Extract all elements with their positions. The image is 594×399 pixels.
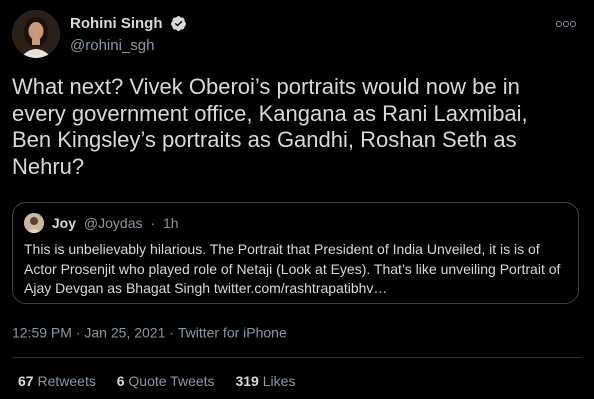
- tweet-header: Rohini Singh @rohini_sgh: [12, 10, 582, 60]
- quoted-avatar-portrait-icon: [24, 213, 44, 233]
- quoted-author-handle: @Joydas: [83, 215, 143, 231]
- avatar-portrait-icon: [12, 10, 60, 58]
- tweet-time[interactable]: 12:59 PM: [12, 324, 72, 340]
- meta-separator: ·: [75, 324, 81, 341]
- more-horizontal-icon[interactable]: [556, 14, 578, 30]
- verified-badge-icon: [170, 16, 186, 32]
- author-display-name[interactable]: Rohini Singh: [70, 15, 162, 32]
- quoted-author-avatar: [24, 213, 44, 233]
- quoted-age: 1h: [162, 215, 179, 231]
- quote-tweets-label: Quote Tweets: [128, 373, 215, 389]
- likes-label: Likes: [262, 373, 296, 389]
- quote-tweets-stat[interactable]: 6 Quote Tweets: [117, 373, 215, 389]
- tweet-card: Rohini Singh @rohini_sgh What next? Vive…: [0, 0, 594, 399]
- meta-separator: ·: [169, 324, 174, 341]
- quoted-author-name: Joy: [51, 215, 77, 231]
- author-handle[interactable]: @rohini_sgh: [70, 37, 187, 54]
- tweet-meta: 12:59 PM · Jan 25, 2021 · Twitter for iP…: [12, 323, 287, 340]
- author-names: Rohini Singh @rohini_sgh: [70, 15, 187, 54]
- likes-stat[interactable]: 319 Likes: [235, 373, 295, 389]
- quoted-tweet-text: This is unbelievably hilarious. The Port…: [24, 241, 561, 296]
- quoted-tweet-header: Joy @Joydas · 1h: [24, 213, 179, 233]
- retweets-count: 67: [18, 373, 34, 389]
- retweets-label: Retweets: [37, 373, 96, 389]
- quoted-tweet[interactable]: Joy @Joydas · 1h This is unbelievably hi…: [12, 202, 579, 304]
- likes-count: 319: [235, 373, 259, 389]
- author-avatar[interactable]: [12, 10, 60, 58]
- retweets-stat[interactable]: 67 Retweets: [18, 373, 96, 389]
- tweet-text: What next? Vivek Oberoi’s portraits woul…: [12, 74, 528, 179]
- tweet-stats: 67 Retweets 6 Quote Tweets 319 Likes: [18, 373, 312, 389]
- quote-tweets-count: 6: [116, 373, 125, 389]
- tweet-date[interactable]: Jan 25, 2021: [84, 324, 165, 340]
- divider: [12, 357, 582, 358]
- tweet-source[interactable]: Twitter for iPhone: [178, 324, 287, 340]
- quoted-separator: ·: [150, 215, 156, 231]
